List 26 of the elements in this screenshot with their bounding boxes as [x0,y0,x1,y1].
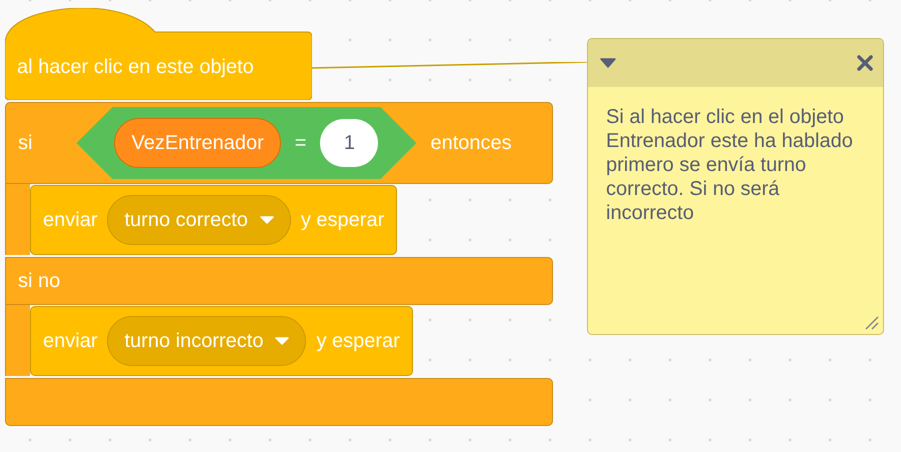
block-label: entonces [430,132,512,154]
message-dropdown[interactable]: turno incorrecto [107,316,306,366]
close-icon[interactable] [857,55,873,71]
comment-note[interactable]: Si al hacer clic en el objeto Entrenador este ha hablado primero se envía turno correcto. Si no será incorrecto [587,38,884,335]
resize-handle-icon[interactable] [865,316,879,330]
collapse-triangle-icon[interactable] [600,58,616,68]
if-block-top[interactable]: si VezEntrenador = 1 entonces [5,102,553,184]
value-field[interactable]: 1 [320,119,378,167]
block-label: y esperar [300,208,384,232]
block-label: si no [18,270,60,292]
block-arm [5,305,30,376]
block-label: enviar [43,208,98,232]
broadcast-block[interactable]: enviar turno correcto y esperar [30,185,398,255]
block-arm [5,184,30,255]
comment-text: Si al hacer clic en el objeto Entrenador este ha hablado primero se envía turno correcto. Si no será incorrecto [605,105,854,225]
broadcast-block[interactable]: enviar turno incorrecto y esperar [30,306,413,376]
operator-label: = [294,132,306,154]
caret-icon [275,337,290,345]
else-bar[interactable]: si no [5,257,553,305]
block-label: enviar [43,330,98,352]
hat-block[interactable]: al hacer clic en este objeto [5,8,312,100]
block-label: si [18,132,32,154]
message-dropdown[interactable]: turno correcto [107,195,291,245]
caret-icon [260,216,274,224]
block-label: y esperar [316,330,400,352]
variable-reporter[interactable]: VezEntrenador [114,118,281,168]
